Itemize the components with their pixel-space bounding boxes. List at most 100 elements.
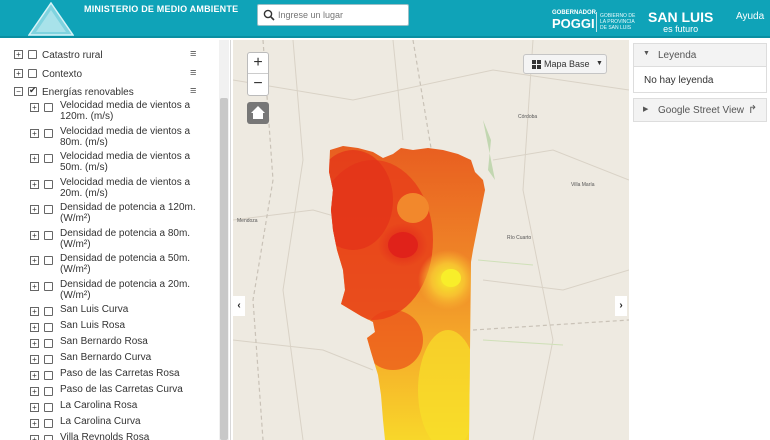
gov-name: POGGI xyxy=(552,16,595,31)
layer-checkbox[interactable] xyxy=(44,355,53,364)
share-icon[interactable]: ↱ xyxy=(748,103,757,116)
collapse-icon[interactable]: − xyxy=(14,87,23,96)
layer-checkbox[interactable] xyxy=(44,103,53,112)
layer-checkbox[interactable] xyxy=(44,419,53,428)
layer-item[interactable]: + Villa Reynolds Rosa xyxy=(0,432,220,440)
expand-icon[interactable]: + xyxy=(30,339,39,348)
expand-icon[interactable]: + xyxy=(30,179,39,189)
wind-heatmap-layer xyxy=(329,146,485,440)
home-button[interactable] xyxy=(247,102,269,124)
layer-item[interactable]: + La Carolina Curva xyxy=(0,416,220,430)
layer-group-label: Catastro rural xyxy=(42,50,103,61)
layer-item[interactable]: + La Carolina Rosa xyxy=(0,400,220,414)
layer-item[interactable]: + Densidad de potencia a 80m. (W/m²) xyxy=(0,228,220,252)
layer-checkbox[interactable] xyxy=(44,403,53,412)
expand-icon[interactable]: + xyxy=(30,419,39,428)
expand-icon[interactable]: + xyxy=(30,355,39,364)
layer-item-sublabel: (W/m²) xyxy=(60,213,91,224)
layer-checkbox[interactable] xyxy=(44,256,53,265)
layer-group[interactable]: − Energías renovables ≡ xyxy=(0,85,220,99)
layer-checkbox[interactable] xyxy=(44,307,53,316)
layer-item[interactable]: + Velocidad media de vientos a 50m. (m/s) xyxy=(0,151,220,175)
basemap-dropdown[interactable]: Mapa Base ▼ xyxy=(523,54,607,74)
zoom-control: + − xyxy=(247,52,269,96)
layer-group[interactable]: + Catastro rural ≡ xyxy=(0,48,220,62)
expand-icon[interactable]: + xyxy=(14,50,23,59)
layer-item-label: Paso de las Carretas Curva xyxy=(60,384,183,395)
layer-checkbox[interactable] xyxy=(28,85,37,96)
layer-checkbox[interactable] xyxy=(44,435,53,440)
brand-title: SAN LUIS xyxy=(648,9,714,25)
layer-checkbox[interactable] xyxy=(28,69,37,78)
layer-group-label: Energías renovables xyxy=(42,87,134,98)
ministry-logo xyxy=(28,2,74,36)
layer-checkbox[interactable] xyxy=(44,387,53,396)
layer-item[interactable]: + Velocidad media de vientos a 120m. (m/s) xyxy=(0,100,220,124)
expand-icon[interactable]: + xyxy=(30,205,39,214)
expand-icon[interactable]: + xyxy=(30,403,39,412)
layer-item-label: La Carolina Rosa xyxy=(60,400,138,411)
zoom-in-button[interactable]: + xyxy=(248,53,268,74)
layer-checkbox[interactable] xyxy=(44,154,53,163)
layer-item[interactable]: + Densidad de potencia a 120m. (W/m²) xyxy=(0,202,220,226)
expand-icon[interactable]: + xyxy=(30,281,39,291)
layer-item-label: Velocidad media de vientos a xyxy=(60,176,191,188)
layer-sidebar: + Catastro rural ≡ + Contexto ≡ − Energías reno… xyxy=(0,40,231,440)
san-luis-brand: SAN LUIS es futuro xyxy=(648,10,713,34)
layer-item-sublabel: 120m. (m/s) xyxy=(60,111,114,122)
hamburger-menu-icon[interactable]: ≡ xyxy=(190,67,196,79)
search-input[interactable] xyxy=(278,7,404,23)
expand-icon[interactable]: + xyxy=(30,435,39,440)
layer-checkbox[interactable] xyxy=(44,205,53,214)
triangle-down-icon: ▼ xyxy=(643,50,650,57)
layer-group[interactable]: + Contexto ≡ xyxy=(0,67,220,81)
expand-icon[interactable]: + xyxy=(30,230,39,240)
layer-item[interactable]: + San Bernardo Rosa xyxy=(0,336,220,350)
layer-item[interactable]: + Paso de las Carretas Rosa xyxy=(0,368,220,382)
expand-icon[interactable]: + xyxy=(30,128,39,138)
layer-checkbox[interactable] xyxy=(44,281,53,291)
layer-checkbox[interactable] xyxy=(44,371,53,380)
layer-item-label: Densidad de potencia a 80m. xyxy=(60,227,191,239)
layer-item[interactable]: + San Bernardo Curva xyxy=(0,352,220,366)
expand-icon[interactable]: + xyxy=(30,154,39,163)
help-link[interactable]: Ayuda xyxy=(736,11,764,22)
layer-item-label: Velocidad media de vientos a xyxy=(60,151,191,162)
collapse-left-panel-button[interactable]: ‹ xyxy=(233,296,245,316)
layer-checkbox[interactable] xyxy=(28,50,37,59)
expand-icon[interactable]: + xyxy=(30,307,39,316)
expand-icon[interactable]: + xyxy=(14,69,23,78)
header-divider xyxy=(596,12,597,32)
brand-tagline: es futuro xyxy=(663,24,699,34)
layer-item-label: San Bernardo Curva xyxy=(60,352,152,363)
layer-item[interactable]: + Densidad de potencia a 50m. (W/m²) xyxy=(0,253,220,277)
legend-empty-text: No hay leyenda xyxy=(644,75,714,86)
layer-item[interactable]: + Densidad de potencia a 20m. (W/m²) xyxy=(0,279,220,303)
layer-item[interactable]: + Velocidad media de vientos a 80m. (m/s) xyxy=(0,126,220,150)
layer-checkbox[interactable] xyxy=(44,339,53,348)
layer-checkbox[interactable] xyxy=(44,230,53,240)
legend-header[interactable]: ▼ Leyenda xyxy=(633,43,767,67)
layer-item[interactable]: + Paso de las Carretas Curva xyxy=(0,384,220,398)
expand-icon[interactable]: + xyxy=(30,371,39,380)
expand-icon[interactable]: + xyxy=(30,256,39,265)
map-view[interactable]: Córdoba Villa María Río Cuarto Mendoza +… xyxy=(233,40,629,440)
street-view-header[interactable]: ▶ Google Street View ↱ xyxy=(633,98,767,122)
layer-item[interactable]: + San Luis Rosa xyxy=(0,320,220,334)
layer-checkbox[interactable] xyxy=(44,323,53,332)
legend-body: No hay leyenda xyxy=(633,67,767,93)
expand-icon[interactable]: + xyxy=(30,323,39,332)
layer-item[interactable]: + San Luis Curva xyxy=(0,304,220,318)
layer-item-label: Densidad de potencia a 50m. xyxy=(60,253,191,264)
hamburger-menu-icon[interactable]: ≡ xyxy=(190,85,196,97)
hamburger-menu-icon[interactable]: ≡ xyxy=(190,48,196,60)
expand-icon[interactable]: + xyxy=(30,103,39,112)
collapse-right-panel-button[interactable]: › xyxy=(615,296,627,316)
sidebar-scrollbar-thumb[interactable] xyxy=(220,98,228,440)
layer-item[interactable]: + Velocidad media de vientos a 20m. (m/s) xyxy=(0,177,220,201)
layer-checkbox[interactable] xyxy=(44,179,53,189)
search-box[interactable] xyxy=(257,4,409,26)
layer-checkbox[interactable] xyxy=(44,128,53,138)
zoom-out-button[interactable]: − xyxy=(248,74,268,95)
expand-icon[interactable]: + xyxy=(30,387,39,396)
